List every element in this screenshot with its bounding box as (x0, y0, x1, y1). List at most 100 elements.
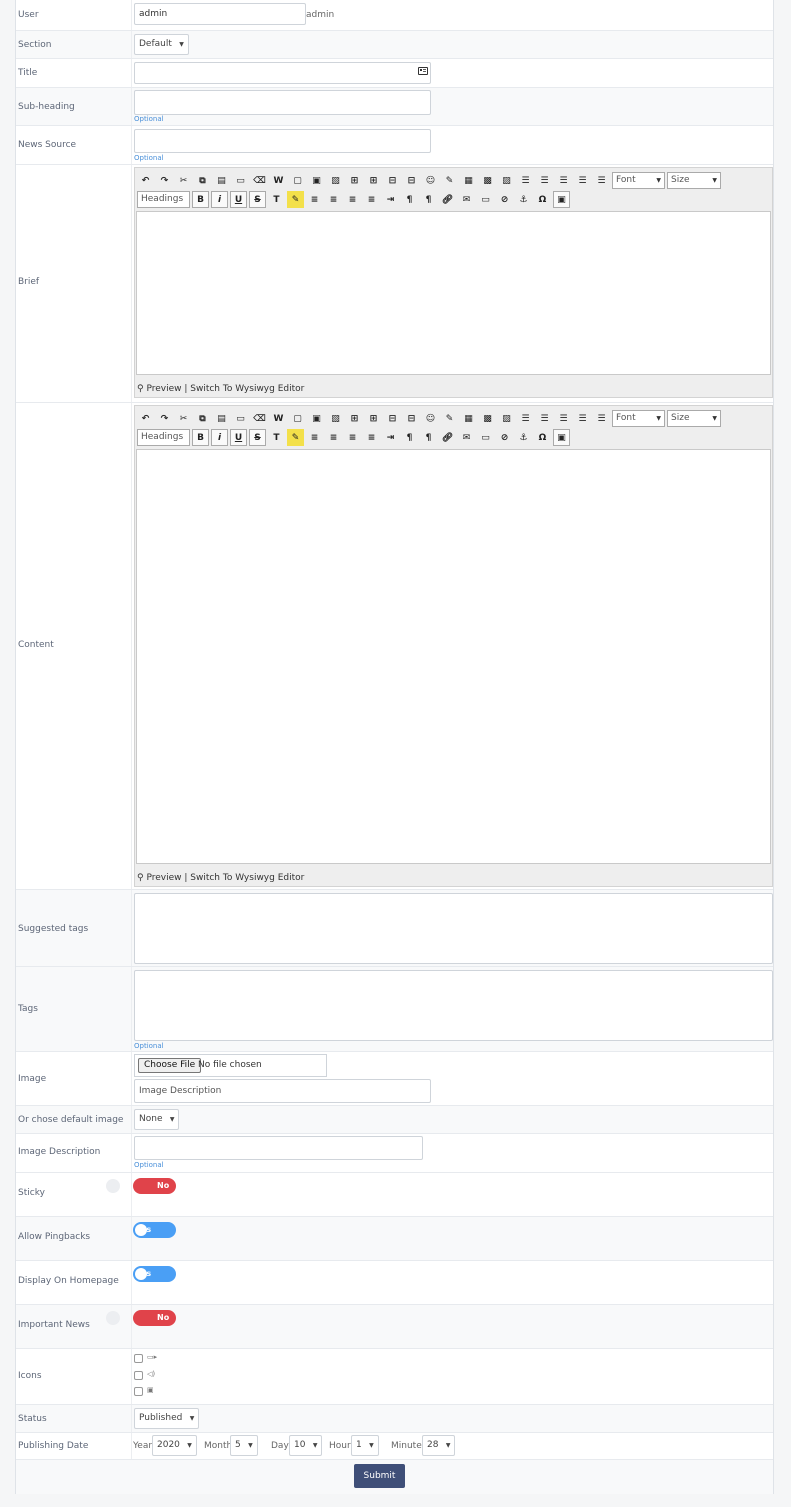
email-icon[interactable]: ✉ (458, 429, 475, 446)
day-select[interactable]: 10 (289, 1435, 323, 1456)
outdent-list-icon[interactable]: ☰ (593, 172, 610, 189)
indent-list-icon[interactable]: ☰ (574, 410, 591, 427)
choose-file-button[interactable]: Choose File (138, 1058, 202, 1073)
size-select[interactable]: Size (667, 172, 721, 189)
eraser-icon[interactable]: ⌫ (251, 410, 268, 427)
insert-col-icon[interactable]: ⊟ (403, 172, 420, 189)
source-icon[interactable]: ▣ (553, 191, 570, 208)
icon-checkbox-audio[interactable] (134, 1371, 143, 1380)
insert-before-icon[interactable]: ⊞ (346, 172, 363, 189)
cut-icon[interactable]: ✂ (175, 410, 192, 427)
undo-icon[interactable]: ↶ (137, 172, 154, 189)
align-justify-icon[interactable]: ≡ (363, 429, 380, 446)
smiley-icon[interactable]: ☺ (422, 172, 439, 189)
special-char-icon[interactable]: Ω (534, 191, 551, 208)
email-icon[interactable]: ✉ (458, 191, 475, 208)
comment-icon[interactable]: ▭ (477, 429, 494, 446)
content-textarea[interactable] (136, 449, 771, 864)
paste-icon[interactable]: ▤ (213, 172, 230, 189)
insert-after-icon[interactable]: ⊞ (365, 172, 382, 189)
title-input[interactable] (134, 62, 431, 84)
image-icon[interactable]: ▣ (308, 410, 325, 427)
align-right-icon[interactable]: ≡ (344, 191, 361, 208)
rtl-icon[interactable]: ¶ (420, 429, 437, 446)
display-homepage-toggle[interactable]: es (133, 1266, 176, 1282)
paste-icon[interactable]: ▤ (213, 410, 230, 427)
highlight-icon[interactable]: ✎ (287, 191, 304, 208)
icon-checkbox-video[interactable] (134, 1354, 143, 1363)
numbered-list-icon[interactable]: ☰ (555, 410, 572, 427)
link-icon[interactable]: 🔗︎ (439, 191, 456, 208)
bullets-icon[interactable]: ☰ (536, 172, 553, 189)
indent-icon[interactable]: ⇥ (382, 191, 399, 208)
spellcheck-icon[interactable]: ✎ (441, 410, 458, 427)
ltr-icon[interactable]: ¶ (401, 191, 418, 208)
frame-icon[interactable]: ▢ (289, 410, 306, 427)
headings-select[interactable]: Headings (137, 429, 190, 460)
comment-icon[interactable]: ▭ (477, 191, 494, 208)
align-center-icon[interactable]: ≡ (325, 191, 342, 208)
allow-pingbacks-toggle[interactable]: es (133, 1222, 176, 1238)
copy-icon[interactable]: ⧉ (194, 410, 211, 427)
align-right-icon[interactable]: ≡ (344, 429, 361, 446)
copy-icon[interactable]: ⧉ (194, 172, 211, 189)
form-icon[interactable]: ▧ (327, 410, 344, 427)
tags-input[interactable] (134, 970, 773, 1041)
frame-icon[interactable]: ▢ (289, 172, 306, 189)
strikethrough-icon[interactable]: S (249, 191, 266, 208)
paste-text-icon[interactable]: ▭ (232, 410, 249, 427)
underline-icon[interactable]: U (230, 429, 247, 446)
align-justify-icon[interactable]: ≡ (363, 191, 380, 208)
submit-button[interactable]: Submit (354, 1464, 405, 1488)
indent-icon[interactable]: ⇥ (382, 429, 399, 446)
underline-icon[interactable]: U (230, 191, 247, 208)
redo-icon[interactable]: ↷ (156, 410, 173, 427)
spellcheck-icon[interactable]: ✎ (441, 172, 458, 189)
ltr-icon[interactable]: ¶ (401, 429, 418, 446)
special-char-icon[interactable]: Ω (534, 429, 551, 446)
insert-after-icon[interactable]: ⊞ (365, 410, 382, 427)
image-description-input[interactable]: Image Description (134, 1079, 431, 1103)
content-footer[interactable]: ⚲ Preview | Switch To Wysiwyg Editor (137, 871, 304, 885)
italic-icon[interactable]: i (211, 191, 228, 208)
hour-select[interactable]: 1 (351, 1435, 379, 1456)
insert-row-icon[interactable]: ⊟ (384, 172, 401, 189)
template-icon[interactable]: ▩ (479, 172, 496, 189)
image-icon[interactable]: ▣ (308, 172, 325, 189)
subheading-input[interactable] (134, 90, 431, 115)
size-select[interactable]: Size (667, 410, 721, 427)
redo-icon[interactable]: ↷ (156, 172, 173, 189)
outdent-list-icon[interactable]: ☰ (593, 410, 610, 427)
smiley-icon[interactable]: ☺ (422, 410, 439, 427)
suggested-tags-input[interactable] (134, 893, 773, 964)
numbered-list-icon[interactable]: ☰ (555, 172, 572, 189)
rtl-icon[interactable]: ¶ (420, 191, 437, 208)
table-icon[interactable]: ▦ (460, 172, 477, 189)
news-source-input[interactable] (134, 129, 431, 153)
minute-select[interactable]: 28 (422, 1435, 456, 1456)
brief-textarea[interactable] (136, 211, 771, 375)
link-icon[interactable]: 🔗︎ (439, 429, 456, 446)
unlink-icon[interactable]: ⊘ (496, 429, 513, 446)
align-center-icon[interactable]: ≡ (325, 429, 342, 446)
list-icon[interactable]: ☰ (517, 410, 534, 427)
icon-checkbox-image[interactable] (134, 1387, 143, 1396)
cut-icon[interactable]: ✂ (175, 172, 192, 189)
word-paste-icon[interactable]: W (270, 172, 287, 189)
user-input[interactable]: admin (134, 3, 306, 25)
bold-icon[interactable]: B (192, 191, 209, 208)
media-icon[interactable]: ▨ (498, 410, 515, 427)
bold-icon[interactable]: B (192, 429, 209, 446)
image-description-field[interactable] (134, 1136, 423, 1160)
bullets-icon[interactable]: ☰ (536, 410, 553, 427)
important-news-toggle[interactable]: No (133, 1310, 176, 1326)
insert-row-icon[interactable]: ⊟ (384, 410, 401, 427)
undo-icon[interactable]: ↶ (137, 410, 154, 427)
word-paste-icon[interactable]: W (270, 410, 287, 427)
year-select[interactable]: 2020 (152, 1435, 197, 1456)
media-icon[interactable]: ▨ (498, 172, 515, 189)
form-icon[interactable]: ▧ (327, 172, 344, 189)
paste-text-icon[interactable]: ▭ (232, 172, 249, 189)
strikethrough-icon[interactable]: S (249, 429, 266, 446)
italic-icon[interactable]: i (211, 429, 228, 446)
